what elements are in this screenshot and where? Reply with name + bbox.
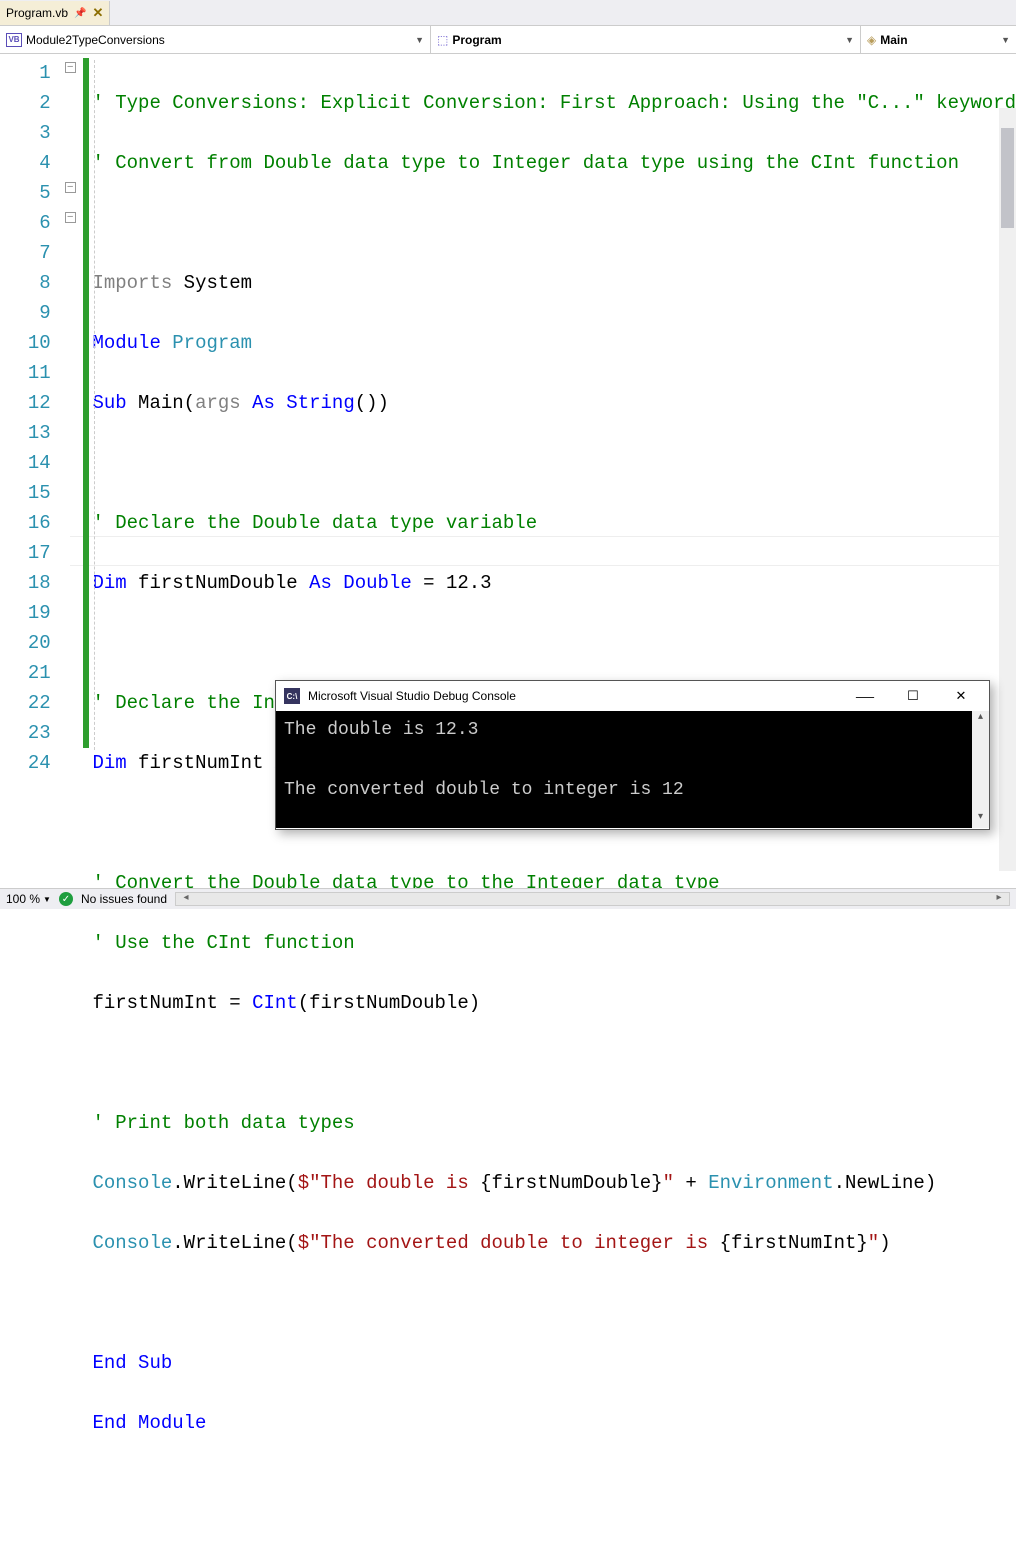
code-text: Dim [92,568,126,598]
code-text: firstNumInt = [92,988,252,1018]
code-text: ' Use the CInt function [92,928,354,958]
line-gutter: 123456789101112131415161718192021222324 [0,54,63,892]
code-text: ' Declare the Double data type variable [92,508,537,538]
code-text: Console [92,1168,172,1198]
issues-text: No issues found [81,892,167,906]
chevron-down-icon: ▼ [43,895,51,904]
tab-bar: Program.vb 📌 ✕ [0,0,1016,26]
code-text: {firstNumInt} [720,1228,868,1258]
code-text: As [252,388,275,418]
class-name: Program [452,33,501,47]
fold-toggle[interactable]: − [65,62,76,73]
fold-toggle[interactable]: − [65,212,76,223]
code-text: Dim [92,748,126,778]
project-name: Module2TypeConversions [26,33,165,47]
scroll-left-icon[interactable]: ◂ [178,892,194,903]
class-selector[interactable]: ⬚ Program ▼ [430,26,860,53]
scroll-down-icon[interactable]: ▾ [972,811,989,828]
code-text: End Sub [92,1348,172,1378]
console-scrollbar[interactable]: ▴ ▾ [972,711,989,828]
console-icon: C:\ [284,688,300,704]
code-text: + [674,1168,708,1198]
code-text: Double [332,568,412,598]
code-text: Imports [92,268,172,298]
scroll-right-icon[interactable]: ▸ [991,892,1007,903]
code-text: .WriteLine( [172,1168,297,1198]
close-button[interactable]: ✕ [941,688,981,704]
chevron-down-icon: ▼ [415,35,424,45]
code-text: Main( [127,388,195,418]
code-text: $"The converted double to integer is [298,1228,720,1258]
code-text: ' Type Conversions: Explicit Conversion:… [92,88,1016,118]
code-text: firstNumDouble [127,568,309,598]
struct-icon: ⬚ [437,33,448,47]
code-text: System [172,268,252,298]
check-icon: ✓ [59,892,73,906]
code-text: = 12.3 [412,568,492,598]
code-text: As [309,568,332,598]
console-line: The converted double to integer is 12 [284,775,981,805]
fold-toggle[interactable]: − [65,182,76,193]
scrollbar-thumb[interactable] [1001,128,1014,228]
code-text: Sub [92,388,126,418]
console-line: The double is 12.3 [284,715,981,745]
cube-icon: ◈ [867,33,876,47]
pin-icon[interactable]: 📌 [74,8,86,19]
code-text: ' Print both data types [92,1108,354,1138]
code-text: $"The double is [298,1168,480,1198]
chevron-down-icon: ▼ [1001,35,1010,45]
code-text: ()) [355,388,389,418]
console-titlebar[interactable]: C:\ Microsoft Visual Studio Debug Consol… [276,681,989,711]
current-line-highlight [70,536,999,566]
code-text: End Module [92,1408,206,1438]
code-text: firstNumInt [127,748,275,778]
code-text: ) [879,1228,890,1258]
code-text: " [663,1168,674,1198]
horizontal-scrollbar[interactable]: ◂ ▸ [175,892,1010,906]
maximize-button[interactable]: ☐ [893,688,933,704]
code-text: Environment [708,1168,833,1198]
code-text: " [868,1228,879,1258]
code-text: Console [92,1228,172,1258]
debug-console-window[interactable]: C:\ Microsoft Visual Studio Debug Consol… [275,680,990,830]
chevron-down-icon: ▼ [845,35,854,45]
tab-filename: Program.vb [6,6,68,20]
zoom-selector[interactable]: 100 % ▼ [6,892,51,906]
guide-line [94,60,95,750]
code-text: ' Convert from Double data type to Integ… [92,148,959,178]
vertical-scrollbar[interactable] [999,108,1016,871]
code-text: String [275,388,355,418]
project-selector[interactable]: VB Module2TypeConversions ▼ [0,26,430,53]
status-bar: 100 % ▼ ✓ No issues found ◂ ▸ [0,888,1016,909]
close-icon[interactable]: ✕ [92,5,103,21]
method-selector[interactable]: ◈ Main ▼ [860,26,1016,53]
zoom-value: 100 % [6,892,40,906]
file-tab[interactable]: Program.vb 📌 ✕ [0,1,110,25]
console-title-text: Microsoft Visual Studio Debug Console [308,689,516,703]
code-text: .NewLine) [834,1168,937,1198]
code-text: Module [92,328,160,358]
code-text: args [195,388,252,418]
marker-column: − − − [63,54,93,892]
console-output[interactable]: The double is 12.3 The converted double … [276,711,989,828]
minimize-button[interactable]: — [845,691,885,701]
code-text: .WriteLine( [172,1228,297,1258]
vb-icon: VB [6,33,22,47]
change-marker [83,58,89,748]
code-text: {firstNumDouble} [480,1168,662,1198]
method-name: Main [880,33,907,47]
code-text: (firstNumDouble) [298,988,480,1018]
code-text: Program [161,328,252,358]
navigation-bar: VB Module2TypeConversions ▼ ⬚ Program ▼ … [0,26,1016,54]
scroll-up-icon[interactable]: ▴ [972,711,989,728]
code-text: CInt [252,988,298,1018]
